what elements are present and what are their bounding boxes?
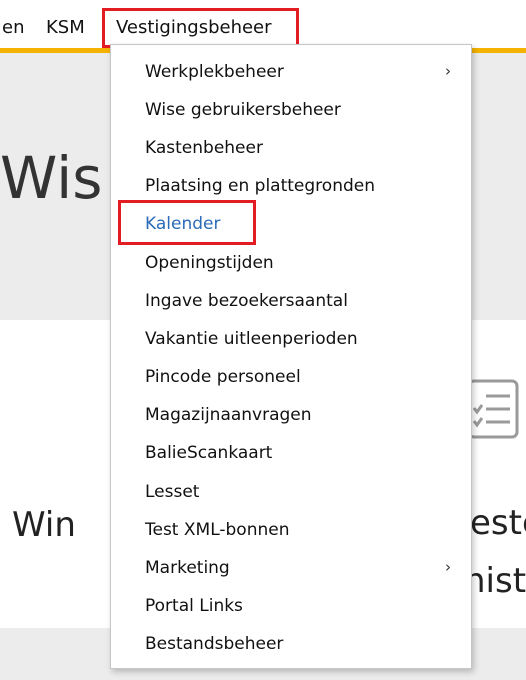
menu-item-test-xml-bonnen[interactable]: Test XML-bonnen [145,519,289,541]
menu-item-bestandsbeheer[interactable]: Bestandsbeheer [145,633,283,655]
menu-item-marketing[interactable]: Marketing [145,557,230,579]
submenu-arrow-icon: › [445,62,451,80]
menu-item-kastenbeheer[interactable]: Kastenbeheer [145,137,263,159]
menu-item-portal-links[interactable]: Portal Links [145,595,243,617]
menu-item-werkplekbeheer[interactable]: Werkplekbeheer [145,61,284,83]
menu-item-wise-gebruikersbeheer[interactable]: Wise gebruikersbeheer [145,99,341,121]
kalender-annotation-box [118,200,256,245]
menu-item-baliescankaart[interactable]: BalieScankaart [145,442,272,464]
menu-item-partial[interactable]: en [2,16,24,40]
vestigingsbeheer-dropdown: Werkplekbeheer › Wise gebruikersbeheer K… [110,44,472,669]
menu-item-lesset[interactable]: Lesset [145,481,199,503]
menu-item-plaatsing-en-plattegronden[interactable]: Plaatsing en plattegronden [145,175,375,197]
page-title: Wis [0,144,103,212]
menu-item-vakantie-uitleenperioden[interactable]: Vakantie uitleenperioden [145,328,358,350]
card-title-left: Win [12,505,76,545]
screen: Wis Win este nist en KSM Vestigingsbehee… [0,0,526,680]
menu-item-ingave-bezoekersaantal[interactable]: Ingave bezoekersaantal [145,290,348,312]
checklist-icon [467,379,519,439]
menu-item-pincode-personeel[interactable]: Pincode personeel [145,366,301,388]
submenu-arrow-icon: › [445,558,451,576]
card-title-right-line2: nist [464,561,526,601]
menu-item-ksm[interactable]: KSM [46,16,85,40]
menu-item-magazijnaanvragen[interactable]: Magazijnaanvragen [145,404,312,426]
card-title-right-line1: este [470,503,526,543]
menu-annotation-box [102,8,299,48]
menu-item-openingstijden[interactable]: Openingstijden [145,252,274,274]
